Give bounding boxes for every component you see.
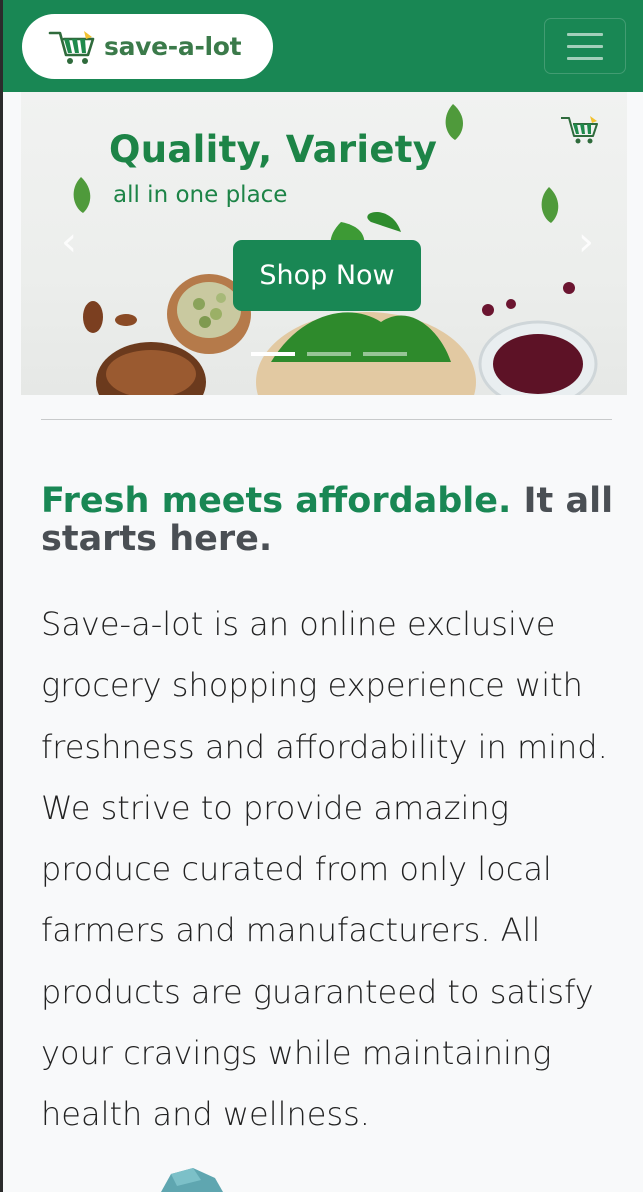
carousel-indicator-1[interactable] [251, 352, 295, 356]
top-navbar: save-a-lot [3, 0, 643, 92]
carousel-title: Quality, Variety [109, 128, 438, 171]
about-headline: Fresh meets affordable. It all starts he… [41, 482, 616, 558]
section-divider [41, 419, 612, 420]
about-paragraph: Save-a-lot is an online exclusive grocer… [41, 605, 608, 1134]
headline-green-part: Fresh meets affordable. [41, 481, 512, 521]
navbar-toggle-button[interactable] [544, 18, 626, 74]
brand-logo-link[interactable]: save-a-lot [22, 14, 273, 79]
brand-name: save-a-lot [104, 32, 242, 61]
bottom-illustration [161, 1168, 223, 1192]
carousel-next-icon[interactable]: › [566, 217, 606, 267]
carousel-subtitle: all in one place [113, 182, 288, 208]
hamburger-line-1 [567, 32, 603, 36]
shop-now-button[interactable]: Shop Now [233, 240, 421, 311]
carousel-indicator-2[interactable] [307, 352, 351, 356]
hero-carousel: Quality, Variety all in one place Shop N… [21, 92, 627, 395]
shopping-cart-logo-icon [48, 30, 95, 64]
carousel-prev-icon[interactable]: ‹ [49, 217, 89, 267]
hamburger-line-2 [567, 44, 603, 48]
carousel-indicator-3[interactable] [363, 352, 407, 356]
hamburger-line-3 [567, 56, 603, 60]
